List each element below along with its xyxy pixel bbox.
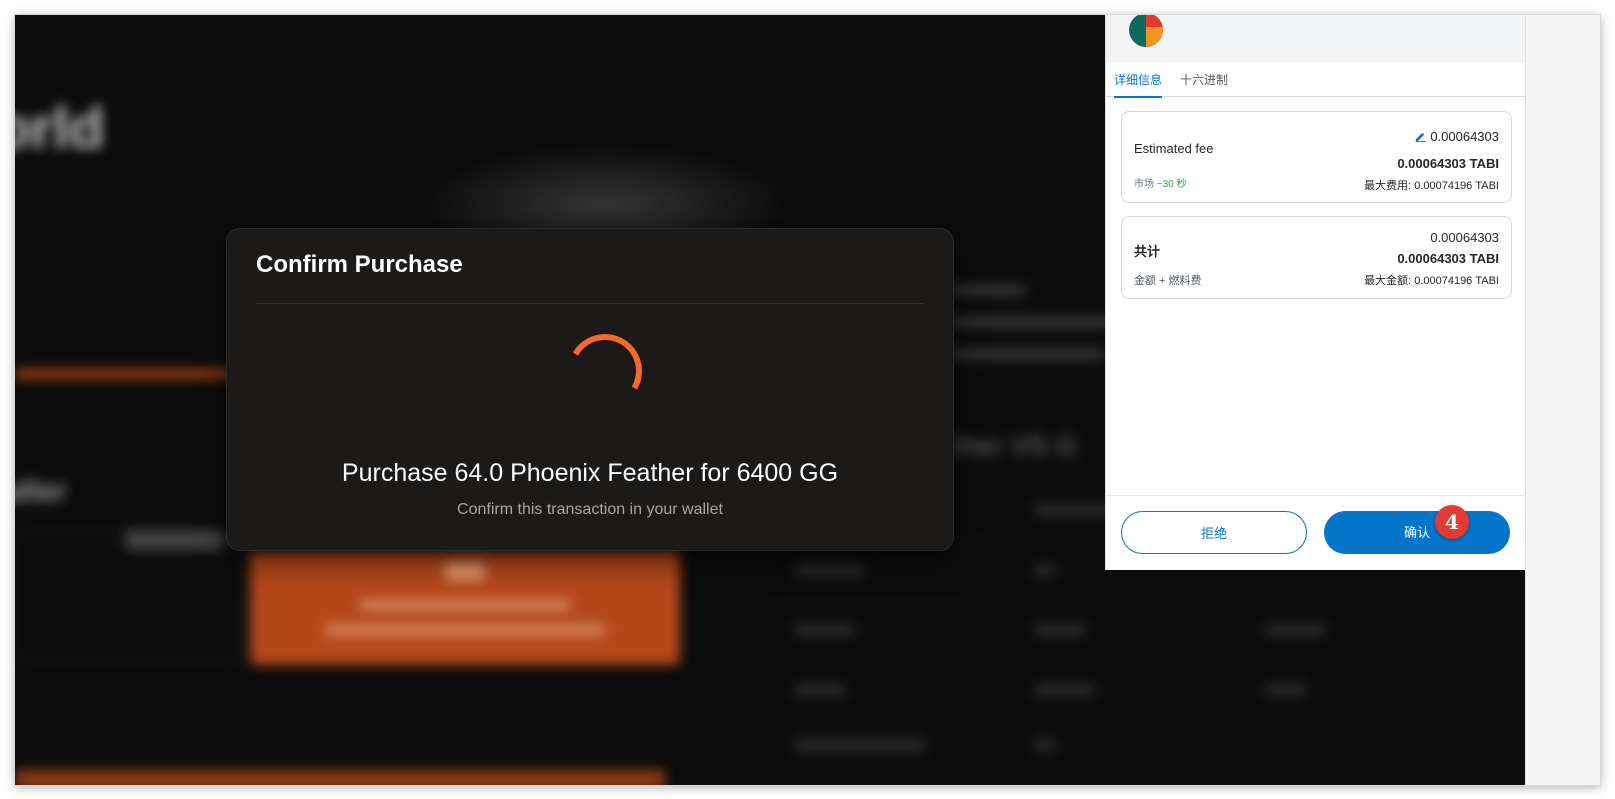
total-sub-label: 金额 + 燃料费 [1134,275,1202,287]
bg-comparison-heading: ther VS G [950,430,1078,461]
modal-title: Confirm Purchase [256,251,463,278]
wallet-tabs: 详细信息 十六进制 [1106,62,1526,98]
bg-bottom-button [15,770,665,785]
total-amount-token: 0.00064303 TABI [1397,251,1499,266]
tab-hex[interactable]: 十六进制 [1180,71,1228,96]
fee-speed-label[interactable]: 市场 [1134,179,1154,190]
edit-fee-icon[interactable] [1415,131,1426,142]
loading-spinner-icon [559,325,651,417]
estimated-fee-card: Estimated fee 0.00064303 0.00064303 TABI… [1121,111,1512,203]
bg-description [945,285,1125,359]
max-amount-label: 最大金额: [1364,275,1412,287]
bg-heading: aller [15,475,67,508]
wallet-header [1106,15,1526,62]
confirm-button[interactable]: 确认 [1324,511,1510,554]
wallet-popup: 详细信息 十六进制 Estimated fee 0.00064303 0.000… [1105,15,1526,570]
confirm-purchase-modal: Confirm Purchase Purchase 64.0 Phoenix F… [226,228,954,551]
account-avatar[interactable] [1129,15,1163,47]
modal-divider [256,303,924,304]
app-window: orld aller ther VS G [15,15,1600,785]
total-card: 共计 0.00064303 0.00064303 TABI 金额 + 燃料费 最… [1121,216,1512,299]
max-fee-value: 0.00074196 TABI [1414,180,1499,192]
bg-buy-card [250,550,680,665]
total-label: 共计 [1134,244,1161,259]
bg-title: orld [15,96,105,161]
bg-pill [125,530,225,550]
tab-details[interactable]: 详细信息 [1114,71,1163,98]
fee-speed-time: ~30 秒 [1156,179,1187,190]
browser-side-strip [1525,15,1600,785]
max-fee-label: 最大费用: [1364,180,1412,192]
fee-amount-token: 0.00064303 TABI [1397,156,1499,171]
step-number-badge: 4 [1435,505,1469,539]
fee-amount: 0.00064303 [1430,129,1499,144]
estimated-fee-label: Estimated fee [1134,141,1214,156]
purchase-message: Purchase 64.0 Phoenix Feather for 6400 G… [341,459,839,487]
reject-button[interactable]: 拒绝 [1121,511,1307,554]
footer-divider [1106,495,1526,496]
total-amount: 0.00064303 [1430,230,1499,245]
max-amount-value: 0.00074196 TABI [1414,275,1499,287]
wallet-instruction: Confirm this transaction in your wallet [457,501,723,518]
bg-progress-line [15,370,245,378]
